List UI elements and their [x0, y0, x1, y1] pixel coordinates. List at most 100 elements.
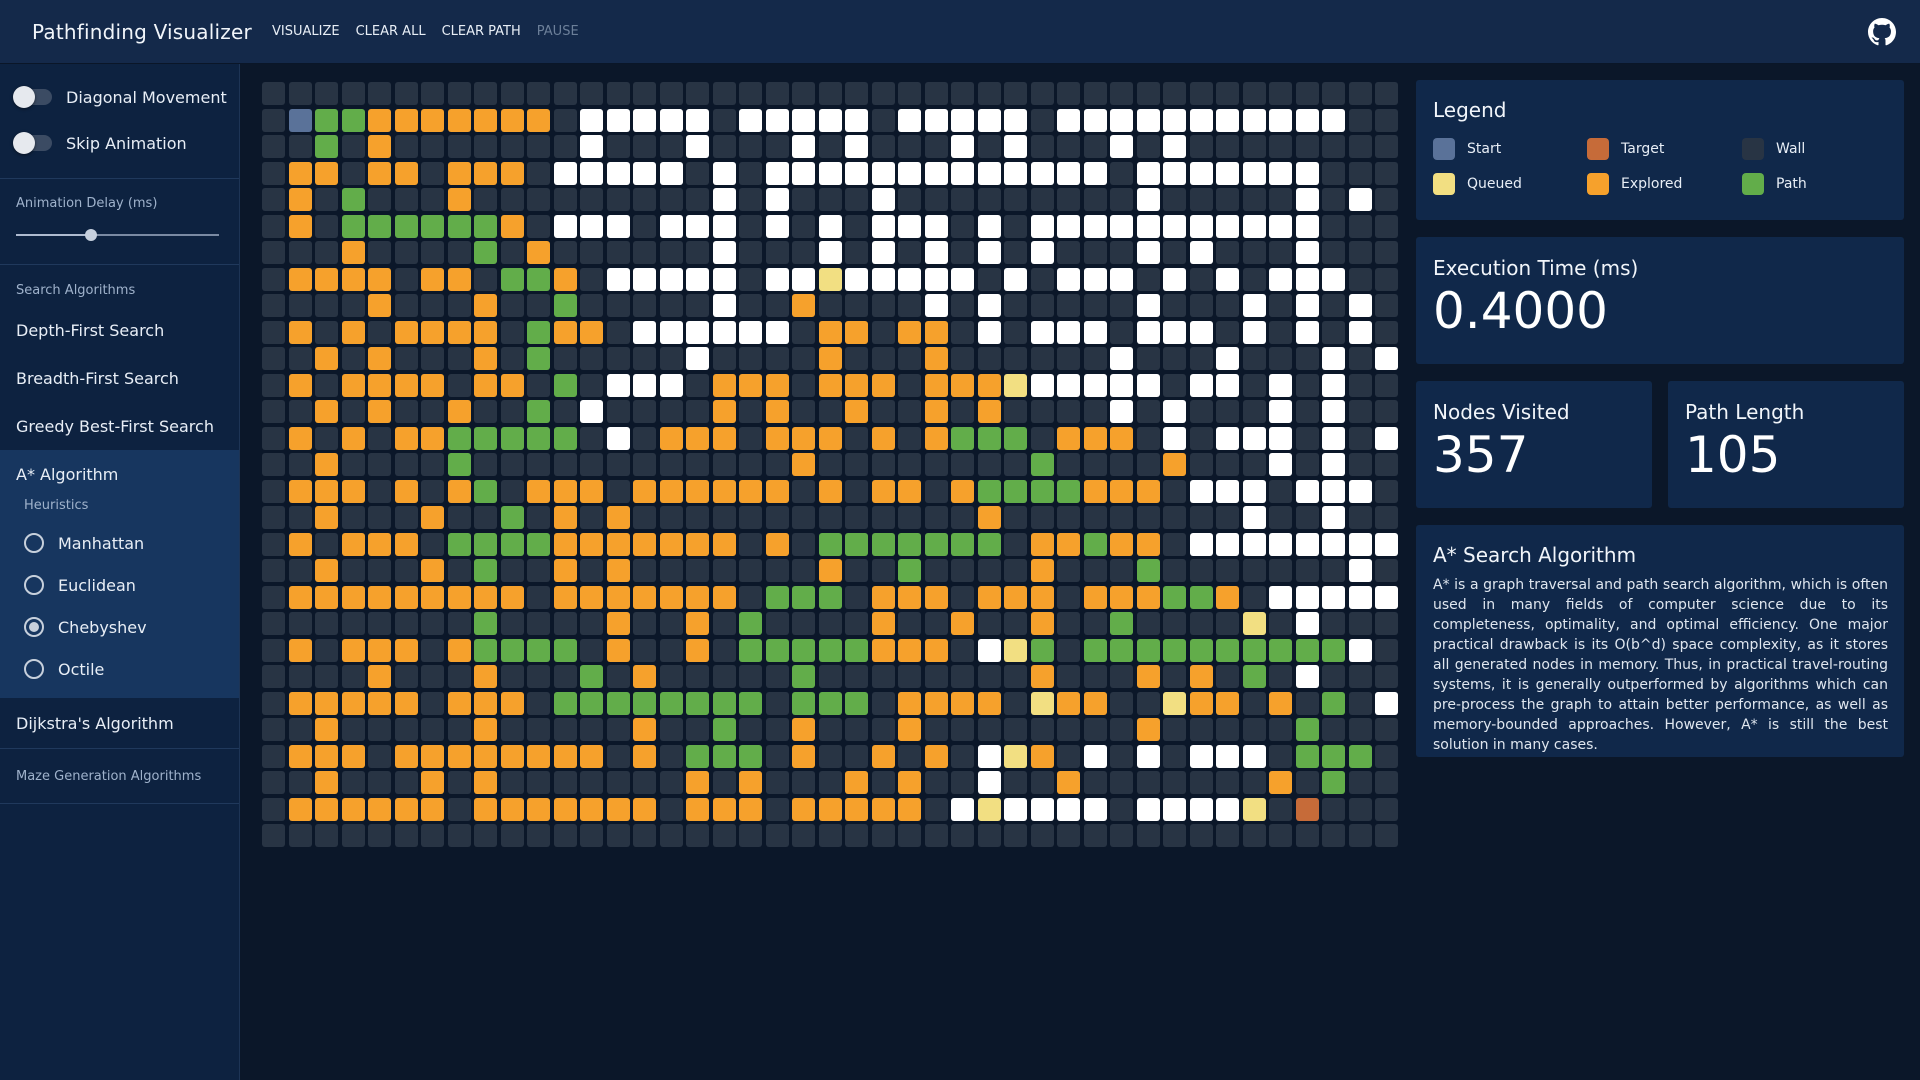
wall-node[interactable]	[527, 585, 550, 609]
wall-node[interactable]	[606, 718, 630, 741]
wall-node[interactable]	[951, 744, 974, 768]
wall-node[interactable]	[1322, 559, 1345, 582]
open-node[interactable]	[1030, 161, 1054, 185]
open-node[interactable]	[1348, 585, 1372, 609]
wall-node[interactable]	[1083, 506, 1107, 529]
wall-node[interactable]	[553, 108, 577, 132]
path-node[interactable]	[474, 559, 497, 582]
queued-node[interactable]	[1163, 691, 1186, 715]
path-node[interactable]	[739, 691, 762, 715]
wall-node[interactable]	[1030, 426, 1054, 450]
explored-node[interactable]	[315, 453, 338, 476]
wall-node[interactable]	[394, 718, 418, 741]
wall-node[interactable]	[1375, 744, 1398, 768]
wall-node[interactable]	[686, 665, 709, 688]
wall-node[interactable]	[527, 612, 550, 635]
wall-node[interactable]	[659, 453, 683, 476]
path-node[interactable]	[1083, 638, 1107, 662]
explored-node[interactable]	[686, 797, 709, 821]
wall-node[interactable]	[1163, 373, 1186, 397]
explored-node[interactable]	[368, 108, 391, 132]
explored-node[interactable]	[421, 426, 444, 450]
wall-node[interactable]	[898, 373, 921, 397]
wall-node[interactable]	[1242, 559, 1266, 582]
explored-node[interactable]	[633, 744, 656, 768]
wall-node[interactable]	[1375, 506, 1398, 529]
open-node[interactable]	[1163, 108, 1186, 132]
open-node[interactable]	[1163, 135, 1186, 158]
wall-node[interactable]	[1189, 426, 1213, 450]
explored-node[interactable]	[1269, 691, 1292, 715]
wall-node[interactable]	[1375, 373, 1398, 397]
wall-node[interactable]	[1348, 161, 1372, 185]
wall-node[interactable]	[315, 214, 338, 238]
explored-node[interactable]	[792, 718, 815, 741]
wall-node[interactable]	[1348, 718, 1372, 741]
path-node[interactable]	[394, 214, 418, 238]
open-node[interactable]	[1216, 108, 1239, 132]
open-node[interactable]	[951, 161, 974, 185]
wall-node[interactable]	[341, 612, 365, 635]
path-node[interactable]	[792, 638, 815, 662]
wall-node[interactable]	[951, 82, 974, 105]
wall-node[interactable]	[421, 135, 444, 158]
explored-node[interactable]	[288, 585, 312, 609]
wall-node[interactable]	[262, 665, 285, 688]
explored-node[interactable]	[951, 479, 974, 503]
wall-node[interactable]	[474, 453, 497, 476]
open-node[interactable]	[871, 267, 895, 291]
wall-node[interactable]	[792, 479, 815, 503]
open-node[interactable]	[1216, 744, 1239, 768]
path-node[interactable]	[792, 585, 815, 609]
open-node[interactable]	[898, 267, 921, 291]
path-node[interactable]	[1242, 665, 1266, 688]
wall-node[interactable]	[1163, 188, 1186, 211]
open-node[interactable]	[1004, 797, 1027, 821]
open-node[interactable]	[580, 108, 603, 132]
path-node[interactable]	[553, 691, 577, 715]
wall-node[interactable]	[1163, 294, 1186, 317]
explored-node[interactable]	[1083, 426, 1107, 450]
explored-node[interactable]	[341, 426, 365, 450]
wall-node[interactable]	[447, 559, 471, 582]
explored-node[interactable]	[447, 691, 471, 715]
explored-node[interactable]	[659, 426, 683, 450]
open-node[interactable]	[924, 241, 948, 264]
explored-node[interactable]	[1083, 691, 1107, 715]
open-node[interactable]	[1216, 347, 1239, 370]
open-node[interactable]	[606, 267, 630, 291]
wall-node[interactable]	[1375, 135, 1398, 158]
open-node[interactable]	[1216, 479, 1239, 503]
wall-node[interactable]	[1348, 400, 1372, 423]
wall-node[interactable]	[818, 506, 842, 529]
open-node[interactable]	[1375, 585, 1398, 609]
open-node[interactable]	[1322, 108, 1345, 132]
explored-node[interactable]	[341, 320, 365, 344]
wall-node[interactable]	[288, 135, 312, 158]
explored-node[interactable]	[977, 400, 1001, 423]
explored-node[interactable]	[553, 559, 577, 582]
wall-node[interactable]	[871, 824, 895, 847]
open-node[interactable]	[1163, 400, 1186, 423]
path-node[interactable]	[977, 426, 1001, 450]
open-node[interactable]	[1348, 559, 1372, 582]
wall-node[interactable]	[421, 665, 444, 688]
path-node[interactable]	[1083, 532, 1107, 556]
clear-all-button[interactable]: CLEAR ALL	[356, 24, 426, 39]
explored-node[interactable]	[500, 161, 524, 185]
wall-node[interactable]	[1030, 108, 1054, 132]
open-node[interactable]	[1295, 585, 1319, 609]
wall-node[interactable]	[580, 347, 603, 370]
open-node[interactable]	[1269, 453, 1292, 476]
explored-node[interactable]	[527, 108, 550, 132]
wall-node[interactable]	[633, 453, 656, 476]
wall-node[interactable]	[871, 400, 895, 423]
wall-node[interactable]	[924, 135, 948, 158]
open-node[interactable]	[1348, 638, 1372, 662]
wall-node[interactable]	[1348, 267, 1372, 291]
wall-node[interactable]	[977, 267, 1001, 291]
wall-node[interactable]	[739, 426, 762, 450]
open-node[interactable]	[1295, 241, 1319, 264]
wall-node[interactable]	[1295, 453, 1319, 476]
wall-node[interactable]	[1163, 824, 1186, 847]
